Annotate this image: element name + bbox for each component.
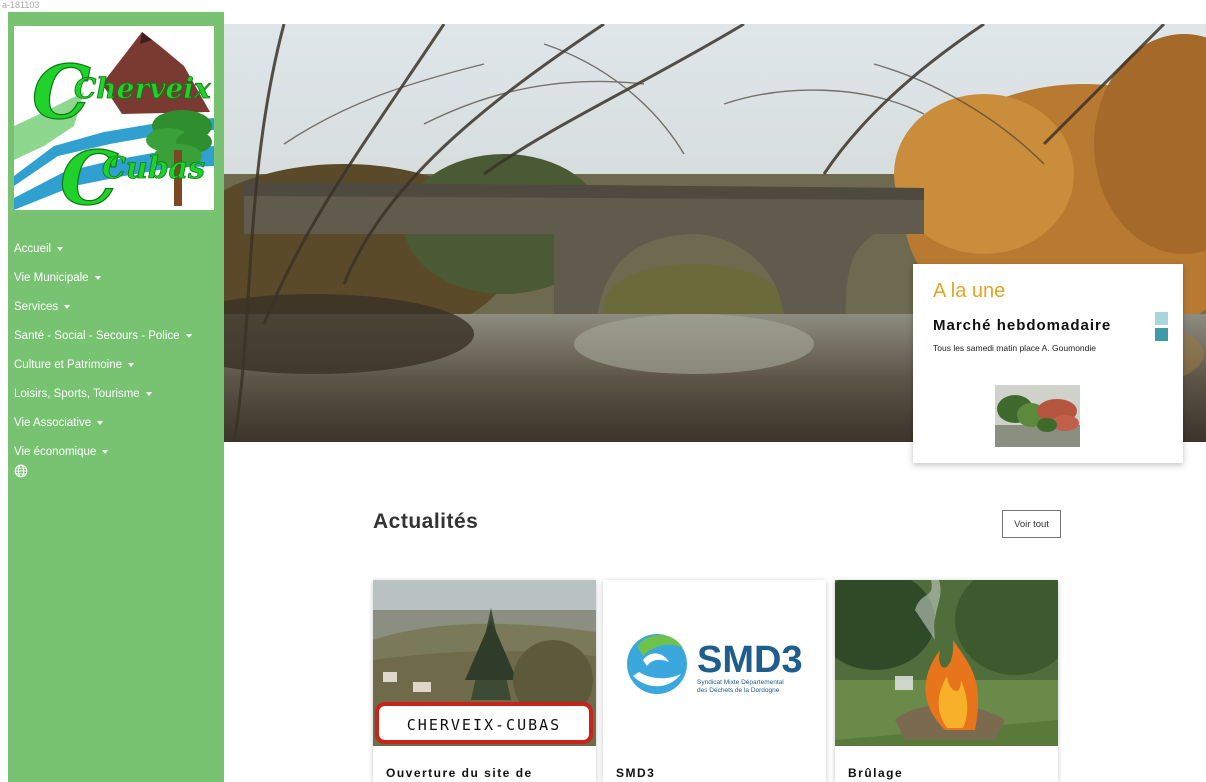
news-image [835, 580, 1058, 746]
nav-item-vie-associative[interactable]: Vie Associative [14, 408, 192, 437]
page-id: a-181103 [2, 0, 40, 10]
svg-text:Cherveix: Cherveix [74, 72, 211, 105]
nav-item-sante-social[interactable]: Santé - Social - Secours - Police [14, 321, 192, 350]
nav-item-label: Vie économique [14, 445, 97, 458]
caret-down-icon [57, 246, 64, 251]
news-image: SMD3 Syndicat Mixte Départemental des Dé… [603, 580, 826, 746]
see-all-button[interactable]: Voir tout [1002, 510, 1061, 538]
nav-item-vie-municipale[interactable]: Vie Municipale [14, 263, 192, 292]
news-card-brulage[interactable]: Brûlage [835, 580, 1058, 782]
site-logo[interactable]: C Cherveix C Cubas [14, 26, 214, 210]
caret-down-icon [64, 304, 71, 309]
news-card-ouverture[interactable]: CHERVEIX-CUBAS Ouverture du site de [373, 580, 596, 782]
nav-item-accueil[interactable]: Accueil [14, 234, 192, 263]
featured-description: Tous les samedi matin place A. Goumondie [933, 343, 1097, 353]
caret-down-icon [185, 333, 192, 338]
caret-down-icon [145, 391, 152, 396]
nav-item-label: Santé - Social - Secours - Police [14, 329, 180, 342]
caret-down-icon [94, 275, 101, 280]
featured-heading: A la une [933, 280, 1006, 302]
svg-text:des Déchets de la Dordogne: des Déchets de la Dordogne [697, 687, 780, 694]
caret-down-icon [128, 362, 135, 367]
news-card-title[interactable]: Ouverture du site de [386, 766, 533, 780]
caret-down-icon [102, 449, 109, 454]
svg-text:CHERVEIX-CUBAS: CHERVEIX-CUBAS [407, 716, 561, 734]
featured-pager [1155, 312, 1168, 344]
main-nav: Accueil Vie Municipale Services Santé - … [14, 234, 192, 466]
news-image: CHERVEIX-CUBAS [373, 580, 596, 746]
nav-item-vie-economique[interactable]: Vie économique [14, 437, 192, 466]
nav-item-label: Services [14, 300, 59, 313]
featured-thumbnail[interactable] [995, 385, 1080, 447]
news-card-smd3[interactable]: SMD3 Syndicat Mixte Départemental des Dé… [603, 580, 826, 782]
sidebar: C Cherveix C Cubas Accueil Vie Municipal… [8, 12, 224, 782]
nav-item-label: Accueil [14, 242, 52, 255]
nav-item-loisirs[interactable]: Loisirs, Sports, Tourisme [14, 379, 192, 408]
svg-text:Cubas: Cubas [102, 151, 205, 186]
nav-item-culture[interactable]: Culture et Patrimoine [14, 350, 192, 379]
featured-title[interactable]: Marché hebdomadaire [933, 317, 1111, 334]
pager-dot-1[interactable] [1155, 312, 1168, 325]
news-section-title: Actualités [373, 510, 479, 533]
svg-text:Syndicat Mixte Départemental: Syndicat Mixte Départemental [697, 679, 784, 686]
pager-dot-2-active[interactable] [1155, 328, 1168, 341]
svg-text:SMD3: SMD3 [697, 639, 803, 681]
nav-item-label: Vie Municipale [14, 271, 89, 284]
caret-down-icon [97, 420, 104, 425]
news-card-title[interactable]: Brûlage [848, 766, 903, 780]
nav-item-label: Loisirs, Sports, Tourisme [14, 387, 140, 400]
globe-icon[interactable] [14, 464, 28, 478]
nav-item-label: Vie Associative [14, 416, 92, 429]
nav-item-label: Culture et Patrimoine [14, 358, 123, 371]
news-card-title[interactable]: SMD3 [616, 766, 655, 780]
featured-card[interactable]: A la une Marché hebdomadaire Tous les sa… [913, 264, 1183, 463]
nav-item-services[interactable]: Services [14, 292, 192, 321]
